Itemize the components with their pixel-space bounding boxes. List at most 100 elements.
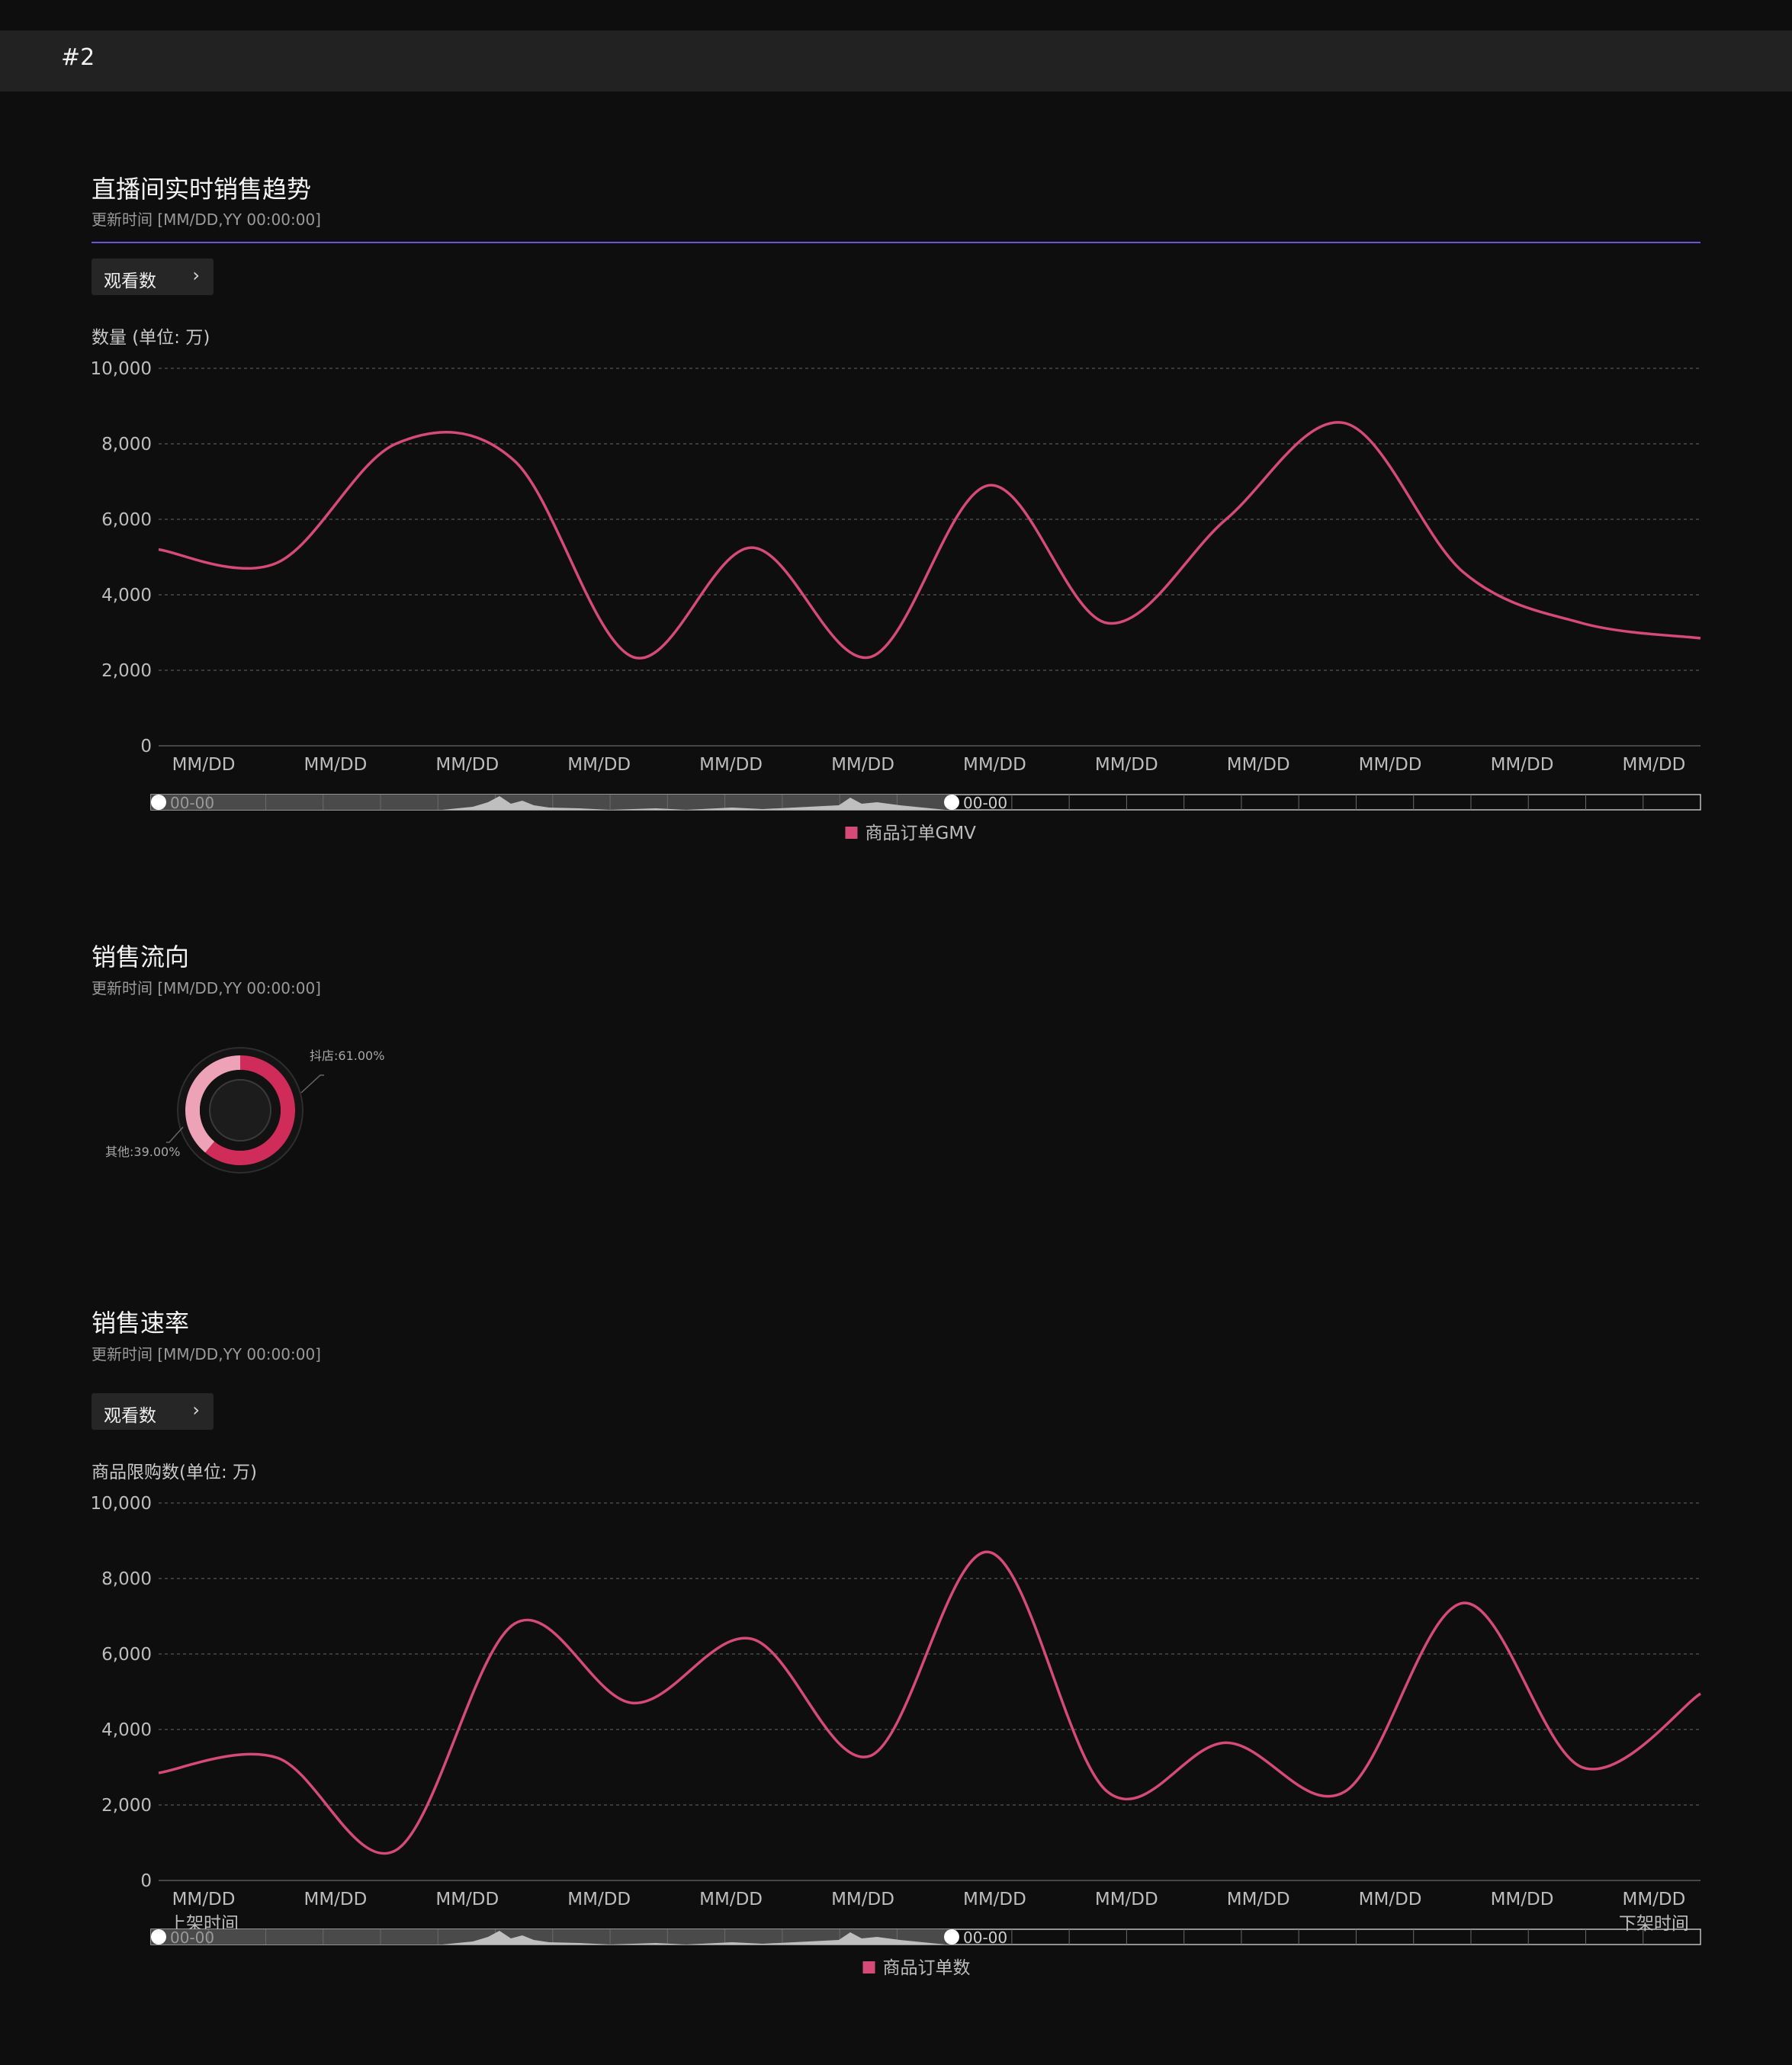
metric-selector-label: 观看数 [104,1406,156,1426]
x-tick-label: MM/DD [435,755,499,775]
x-tick-label: MM/DD [1227,755,1290,775]
data-point [1225,519,1227,521]
y-axis-label: 商品限购数(单位: 万) [92,1463,257,1482]
x-tick-label: MM/DD [172,1890,236,1909]
trend-line-chart: 数量 (单位: 万) 10,000 8,000 6,000 4,000 2,000 0 MM/… [91,328,1702,843]
data-point [1106,622,1109,625]
zoom-slider-end-label: 00-00 [963,794,1007,812]
x-tick-label: MM/DD [303,1890,367,1909]
chevron-right-icon: › [192,1399,200,1421]
zoom-slider-end-label: 00-00 [963,1929,1007,1947]
x-tick-label: MM/DD [172,755,236,775]
zoom-slider-handle-start[interactable] [151,795,166,810]
data-point [1581,1766,1583,1768]
x-tick-label: MM/DD [1095,1890,1158,1909]
x-tick-label: MM/DD [1359,1890,1422,1909]
data-point [513,1623,515,1625]
data-point [988,484,990,487]
leader-line [300,1074,324,1094]
x-tick-label: MM/DD [963,755,1026,775]
metric-selector-button[interactable]: 观看数 › [92,259,214,295]
data-point [513,460,515,462]
flow-updated-time: 更新时间 [MM/DD,YY 00:00:00] [92,979,321,997]
sales-flow-donut-chart: 抖店:61.00% 其他:39.00% [105,1047,384,1174]
rate-title: 销售速率 [92,1309,190,1338]
series-line [158,421,1701,660]
data-point [1581,622,1583,625]
data-point [869,1755,872,1757]
x-tick-label: MM/DD [1095,755,1158,775]
donut-center [209,1079,271,1142]
legend-swatch[interactable] [862,1961,875,1973]
y-tick-label: 4,000 [101,1720,152,1740]
x-tick-label: MM/DD [567,1890,631,1909]
y-axis-label: 数量 (单位: 万) [92,328,210,348]
x-tick-label: MM/DD [1622,1890,1685,1909]
x-tick-label: MM/DD [567,755,631,775]
rate-updated-time: 更新时间 [MM/DD,YY 00:00:00] [92,1345,321,1363]
x-tick-label: MM/DD [963,1890,1026,1909]
flow-title: 销售流向 [92,943,190,971]
data-point [1462,1602,1464,1604]
data-point [1344,422,1346,424]
zoom-slider-start-label: 00-00 [170,1929,214,1947]
slice-label: 抖店:61.00% [310,1049,384,1063]
data-point [1344,1790,1346,1793]
trend-updated-time: 更新时间 [MM/DD,YY 00:00:00] [92,210,321,229]
x-tick-label: MM/DD [699,1890,763,1909]
x-tick-label: MM/DD [1491,755,1554,775]
y-tick-label: 2,000 [101,1796,152,1816]
x-tick-label: MM/DD [1622,755,1685,775]
accent-divider [92,242,1700,243]
zoom-slider-handle-end[interactable] [944,795,959,810]
data-point [158,1771,160,1774]
y-tick-label: 2,000 [101,661,152,681]
data-point [276,1757,278,1759]
x-tick-label: MM/DD [1491,1890,1554,1909]
leader-line [166,1126,184,1143]
legend-label[interactable]: 商品订单GMV [865,824,977,843]
data-point [1106,1790,1109,1793]
data-point [158,548,160,551]
data-point [1225,1742,1227,1744]
data-point [632,656,634,658]
data-point [750,1638,753,1640]
y-tick-label: 4,000 [101,586,152,605]
data-point [632,1702,634,1704]
zoom-slider-start-label: 00-00 [170,794,214,812]
data-point [1700,1692,1702,1694]
x-tick-label: MM/DD [435,1890,499,1909]
x-tick-label: MM/DD [831,1890,894,1909]
legend-label[interactable]: 商品订单数 [883,1958,971,1978]
x-tick-label: MM/DD [1359,755,1422,775]
rate-section: 销售速率 更新时间 [MM/DD,YY 00:00:00] 观看数 › [0,1258,1792,1430]
zoom-slider-handle-end[interactable] [944,1929,959,1945]
data-point [1462,571,1464,573]
series-line [158,1550,1701,1855]
data-point [988,1551,990,1553]
y-tick-label: 0 [140,1871,152,1891]
zoom-slider-handle-start[interactable] [151,1929,166,1945]
data-point [869,656,872,658]
x-tick-label: MM/DD [699,755,763,775]
x-tick-label: MM/DD [1227,1890,1290,1909]
y-tick-label: 6,000 [101,1645,152,1665]
trend-title: 直播间实时销售趋势 [92,175,312,204]
data-point [395,1849,397,1851]
data-point [276,561,278,564]
data-point [395,443,397,445]
x-end-time-label: 下架时间 [1619,1914,1689,1934]
data-point [750,547,753,549]
y-tick-label: 10,000 [91,359,152,379]
metric-selector-label: 观看数 [104,271,156,291]
y-tick-label: 8,000 [101,435,152,454]
y-tick-label: 0 [140,737,152,756]
y-tick-label: 6,000 [101,510,152,530]
legend-swatch[interactable] [845,827,858,839]
data-point [1700,637,1702,639]
chevron-right-icon: › [192,265,200,286]
y-tick-label: 10,000 [91,1494,152,1514]
metric-selector-button[interactable]: 观看数 › [92,1393,214,1430]
x-tick-label: MM/DD [303,755,367,775]
y-tick-label: 8,000 [101,1569,152,1589]
